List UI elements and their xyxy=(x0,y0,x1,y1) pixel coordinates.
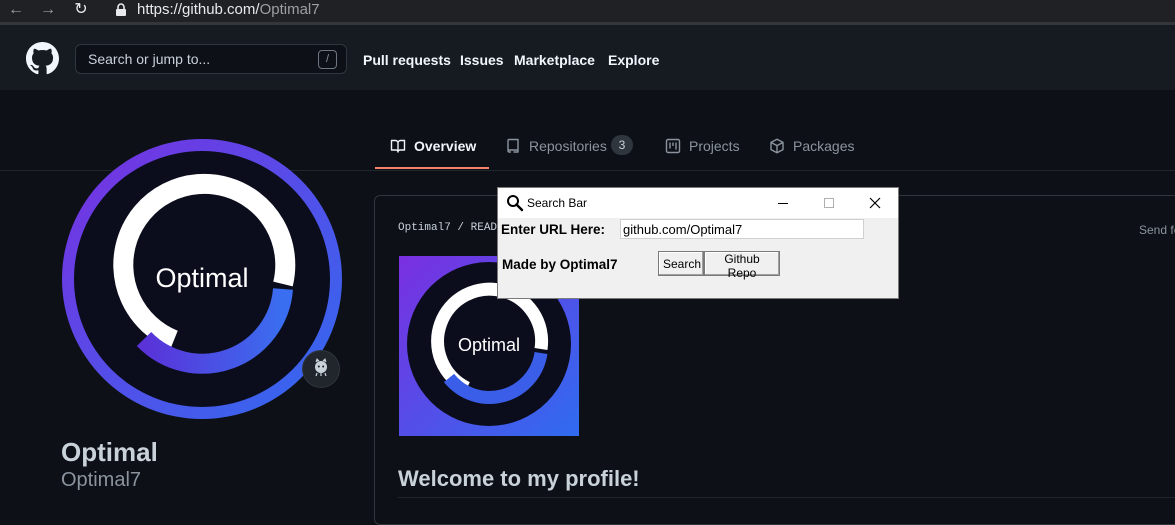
url-path: Optimal7 xyxy=(259,1,320,18)
url-text[interactable]: https://github.com/Optimal7 xyxy=(137,1,320,18)
octocat-icon xyxy=(315,358,327,377)
search-button[interactable]: Search xyxy=(658,251,704,276)
readme-breadcrumb[interactable]: Optimal7 / READM xyxy=(398,222,504,234)
tab-projects-label: Projects xyxy=(689,138,740,154)
url-input[interactable] xyxy=(620,219,864,239)
minimize-icon[interactable] xyxy=(760,188,806,218)
made-by-label: Made by Optimal7 xyxy=(502,257,618,272)
tab-projects[interactable]: Projects xyxy=(665,137,745,155)
nav-explore[interactable]: Explore xyxy=(608,52,659,68)
profile-username: Optimal7 xyxy=(61,469,142,491)
package-icon xyxy=(770,138,784,154)
tab-overview[interactable]: Overview xyxy=(390,137,480,155)
close-icon[interactable] xyxy=(852,188,898,218)
search-icon xyxy=(507,195,524,212)
url-host: https://github.com/ xyxy=(137,1,260,18)
lock-icon xyxy=(116,3,126,16)
profile-avatar[interactable]: Optimal xyxy=(62,139,342,419)
nav-pull-requests[interactable]: Pull requests xyxy=(363,52,451,68)
repositories-count-badge: 3 xyxy=(611,135,633,155)
nav-marketplace[interactable]: Marketplace xyxy=(514,52,595,68)
tab-selected-underline xyxy=(375,167,489,169)
url-label: Enter URL Here: xyxy=(501,222,606,237)
tab-packages[interactable]: Packages xyxy=(769,137,859,155)
github-search-placeholder: Search or jump to... xyxy=(88,51,211,67)
avatar-logo-text: Optimal xyxy=(155,263,248,293)
project-icon xyxy=(665,138,681,154)
readme-logo-text: Optimal xyxy=(458,335,520,355)
set-status-button[interactable] xyxy=(302,350,340,388)
readme-heading: Welcome to my profile! xyxy=(398,466,640,491)
profile-name: Optimal xyxy=(61,437,158,467)
github-logo-icon[interactable] xyxy=(26,42,59,75)
repo-icon xyxy=(507,138,519,153)
forward-arrow-icon[interactable]: → xyxy=(38,0,58,20)
search-bar-window: Search Bar Enter URL Here: Made by Optim… xyxy=(497,187,899,299)
tab-repositories[interactable]: Repositories xyxy=(505,137,607,155)
book-icon xyxy=(390,139,406,153)
reload-icon[interactable]: ↻ xyxy=(71,0,91,20)
nav-issues[interactable]: Issues xyxy=(460,52,504,68)
back-arrow-icon[interactable]: ← xyxy=(6,0,26,20)
tab-overview-label: Overview xyxy=(414,138,477,154)
window-title: Search Bar xyxy=(527,196,588,210)
tab-packages-label: Packages xyxy=(793,138,855,154)
readme-heading-rule xyxy=(398,497,1175,498)
search-shortcut-key: / xyxy=(318,50,337,69)
tab-repositories-label: Repositories xyxy=(529,138,607,154)
github-repo-button[interactable]: Github Repo xyxy=(704,251,780,280)
send-feedback-link[interactable]: Send fe xyxy=(1139,223,1175,237)
maximize-icon[interactable] xyxy=(806,188,852,218)
